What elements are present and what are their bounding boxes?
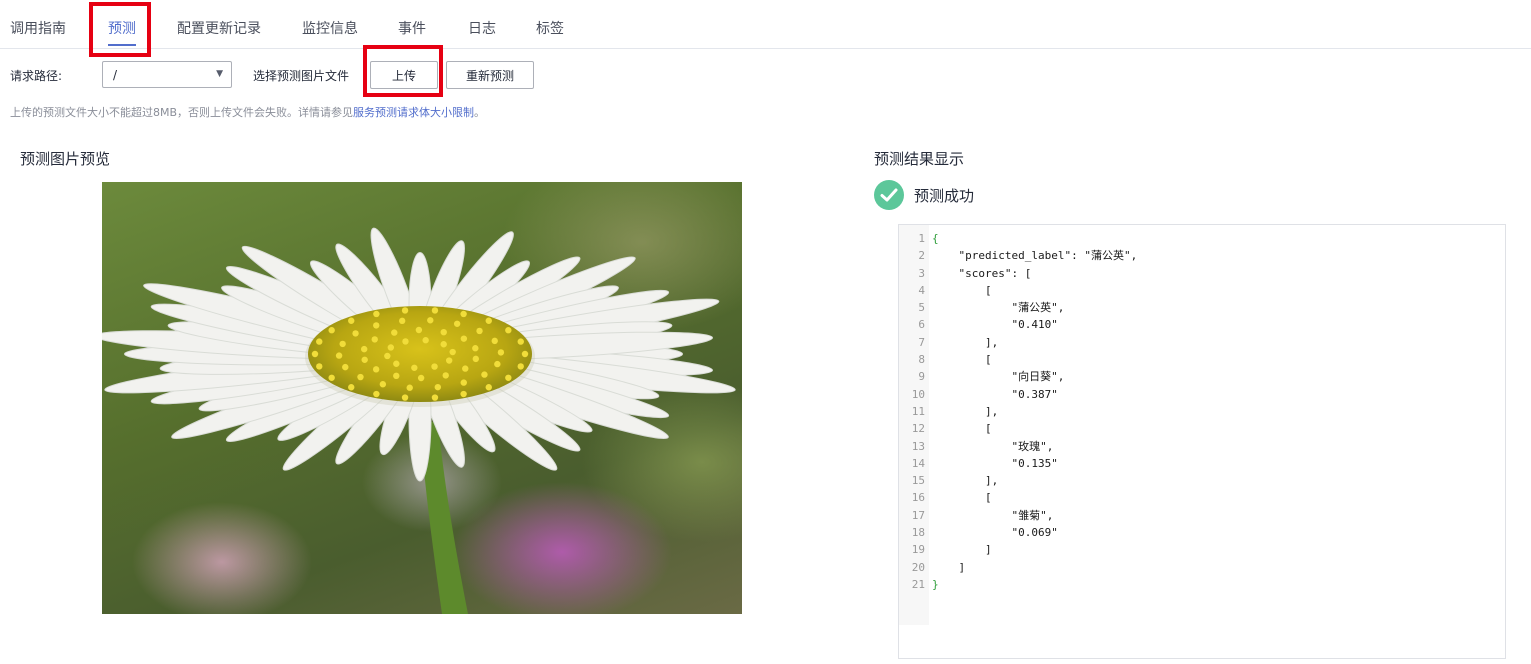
line-number: 11: [911, 404, 925, 418]
line-content: "0.069": [932, 526, 1058, 540]
line-number: 20: [911, 560, 925, 574]
line-number: 3: [918, 266, 925, 280]
line-content: "蒲公英",: [932, 301, 1065, 315]
line-number: 6: [918, 318, 925, 332]
line-number: 18: [911, 526, 925, 540]
line-number: 19: [911, 543, 925, 557]
choose-file-label: 选择预测图片文件: [253, 69, 350, 83]
line-content: ],: [932, 474, 999, 488]
line-number: 4: [918, 283, 925, 297]
line-number: 17: [911, 508, 925, 522]
line-content: "0.135": [932, 456, 1058, 470]
tab-bar: 调用指南 预测 配置更新记录 监控信息 事件 日志 标签: [0, 0, 1531, 49]
highlight-box-predict-tab: [89, 2, 151, 57]
line-content: ],: [932, 404, 999, 418]
line-number: 13: [911, 439, 925, 453]
line-content: ]: [932, 560, 966, 574]
line-number: 7: [918, 335, 925, 349]
line-content: [: [932, 491, 992, 505]
line-number: 16: [911, 491, 925, 505]
daisy-illustration: [102, 227, 736, 614]
line-number: 1: [918, 232, 925, 245]
line-content: [: [932, 353, 992, 367]
tab-call-guide[interactable]: 调用指南: [10, 18, 66, 38]
highlight-box-upload: [363, 45, 443, 97]
tab-logs[interactable]: 日志: [468, 18, 496, 38]
line-number: 10: [911, 387, 925, 401]
line-content: [: [932, 422, 992, 436]
line-number: 2: [918, 249, 925, 263]
line-number: 21: [911, 577, 925, 591]
request-path-value: /: [113, 68, 118, 82]
line-content: "雏菊",: [932, 508, 1054, 522]
line-content: ],: [932, 335, 999, 349]
status-text: 预测成功: [914, 187, 975, 205]
result-title: 预测结果显示: [874, 150, 965, 168]
line-content: "0.387": [932, 387, 1058, 401]
line-number: 5: [918, 301, 925, 315]
tab-config-history[interactable]: 配置更新记录: [177, 18, 261, 38]
repredict-button[interactable]: 重新预测: [446, 61, 534, 89]
request-size-limit-link[interactable]: 服务预测请求体大小限制: [353, 106, 474, 119]
line-content: "玫瑰",: [932, 439, 1054, 453]
preview-title: 预测图片预览: [20, 150, 111, 168]
line-number: 9: [918, 370, 925, 384]
line-number: 15: [911, 474, 925, 488]
line-content: ]: [932, 543, 992, 557]
upload-size-hint: 上传的预测文件大小不能超过8MB，否则上传文件会失败。详情请参见服务预测请求体大…: [10, 106, 486, 119]
tab-tags[interactable]: 标签: [536, 18, 564, 38]
line-content: [: [932, 283, 992, 297]
request-path-label: 请求路径:: [10, 69, 63, 83]
line-content: "predicted_label": "蒲公英",: [932, 249, 1138, 263]
line-number: 8: [918, 353, 925, 367]
tab-events[interactable]: 事件: [398, 18, 426, 38]
line-content: {: [932, 232, 939, 245]
preview-image: [102, 182, 742, 614]
line-number: 14: [911, 456, 925, 470]
success-check-icon: [874, 180, 904, 210]
line-content: }: [932, 577, 939, 591]
line-number: 12: [911, 422, 925, 436]
request-path-select[interactable]: / ▼: [102, 61, 232, 88]
tab-monitoring[interactable]: 监控信息: [302, 18, 358, 38]
caret-down-icon: ▼: [216, 69, 223, 79]
line-content: "0.410": [932, 318, 1058, 332]
result-json-viewer[interactable]: 1 {2 "predicted_label": "蒲公英", 3 "scores":…: [898, 224, 1506, 659]
line-content: "向日葵",: [932, 370, 1065, 384]
line-content: "scores": [: [932, 266, 1032, 280]
